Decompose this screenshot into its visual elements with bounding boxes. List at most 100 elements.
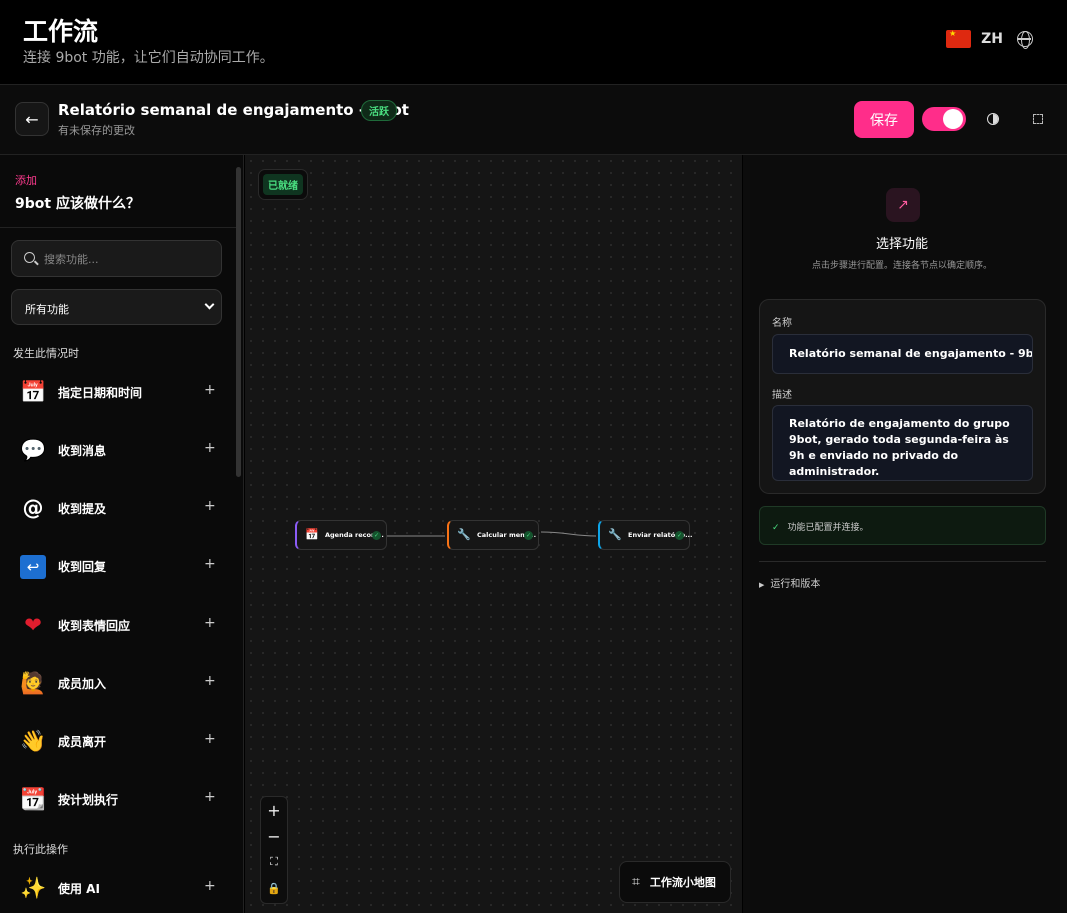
reply-arrow-icon: ↩ — [20, 555, 46, 579]
sidebar-item-member-join[interactable]: 🙋 成员加入 + — [0, 661, 236, 707]
calendar-icon: 📆 — [20, 787, 47, 811]
china-flag-icon — [946, 29, 972, 48]
minimap-button[interactable]: ⌗ 工作流小地图 — [619, 861, 731, 903]
sidebar-item-label: 按计划执行 — [58, 793, 119, 807]
runs-label: 运行和版本 — [770, 579, 821, 590]
sidebar-item-label: 成员加入 — [58, 677, 107, 691]
runs-versions-toggle[interactable]: ▶ 运行和版本 — [759, 575, 820, 590]
sidebar-item-label: 收到消息 — [58, 444, 107, 458]
sidebar-item-reaction[interactable]: ❤ 收到表情回应 + — [0, 603, 236, 649]
node-calculate[interactable]: 🔧 Calcular mens... ✓ — [447, 520, 539, 550]
zoom-controls: + − ⛶ 🔒 — [260, 796, 288, 904]
active-toggle[interactable] — [922, 107, 966, 131]
frame-icon: ⌗ — [632, 874, 640, 890]
divider — [759, 561, 1046, 562]
plus-icon[interactable]: + — [204, 440, 216, 456]
name-label: 名称 — [772, 318, 792, 329]
heart-icon: ❤ — [24, 613, 42, 637]
node-schedule[interactable]: 📅 Agenda recorr... ✓ — [295, 520, 387, 550]
edge-2-3 — [540, 531, 597, 537]
name-field[interactable]: Relatório semanal de engajamento - 9bot — [772, 334, 1033, 374]
sidebar-item-label: 使用 AI — [58, 882, 100, 896]
node-send-report[interactable]: 🔧 Enviar relatório... ✓ — [598, 520, 693, 550]
sidebar-question: 9bot 应该做什么？ — [15, 196, 140, 212]
zoom-out-icon[interactable]: − — [261, 823, 287, 849]
sidebar-scrollbar[interactable] — [236, 167, 241, 477]
panel-title: 选择功能 — [875, 237, 928, 252]
configured-notice: ✓ 功能已配置并连接。 — [759, 506, 1046, 545]
tool-icon: 🔧 — [457, 528, 471, 541]
description-label: 描述 — [772, 390, 792, 401]
plus-icon[interactable]: + — [204, 498, 216, 514]
page-title: 工作流 — [23, 17, 99, 46]
workflow-info-card: 名称 Relatório semanal de engajamento - 9b… — [759, 299, 1046, 494]
save-button[interactable]: 保存 — [854, 101, 914, 138]
language-switcher[interactable]: ZH — [946, 29, 1033, 49]
plus-icon[interactable]: + — [204, 673, 216, 689]
sidebar-item-mention[interactable]: @ 收到提及 + — [0, 486, 236, 532]
sidebar-item-label: 指定日期和时间 — [58, 386, 143, 400]
function-sidebar: 添加 9bot 应该做什么？ 所有功能 发生此情况时 📅 指定日期和时间 + 💬… — [0, 155, 244, 913]
plus-icon[interactable]: + — [204, 789, 216, 805]
speech-bubble-icon: 💬 — [20, 438, 47, 462]
unsaved-note: 有未保存的更改 — [58, 124, 135, 137]
zoom-in-icon[interactable]: + — [261, 797, 287, 823]
plus-icon[interactable]: + — [204, 382, 216, 398]
plus-icon[interactable]: + — [204, 615, 216, 631]
search-input[interactable] — [44, 249, 214, 269]
description-field[interactable]: Relatório de engajamento do grupo 9bot, … — [772, 405, 1033, 481]
globe-icon[interactable] — [1017, 30, 1033, 49]
fullscreen-icon[interactable] — [1033, 114, 1043, 124]
actions-section-label: 执行此操作 — [13, 843, 68, 856]
divider — [0, 227, 236, 228]
sparkles-icon: ✨ — [20, 876, 47, 900]
workflow-header: ← Relatório semanal de engajamento - 9bo… — [0, 85, 1067, 155]
plus-icon[interactable]: + — [204, 731, 216, 747]
sidebar-item-reply[interactable]: ↩ 收到回复 + — [0, 544, 236, 590]
fit-view-icon[interactable]: ⛶ — [261, 849, 287, 875]
theme-contrast-icon[interactable] — [987, 113, 999, 125]
sidebar-item-label: 收到表情回应 — [58, 619, 131, 633]
minimap-label: 工作流小地图 — [649, 876, 716, 889]
calendar-icon: 📅 — [305, 528, 319, 541]
caret-right-icon: ▶ — [759, 581, 765, 589]
plus-icon[interactable]: + — [204, 878, 216, 894]
check-icon: ✓ — [524, 531, 533, 540]
sidebar-item-label: 成员离开 — [58, 735, 107, 749]
sidebar-add-label: 添加 — [15, 174, 37, 187]
calendar-icon: 📅 — [20, 380, 47, 404]
page-subtitle: 连接 9bot 功能，让它们自动协同工作。 — [23, 50, 274, 66]
configured-text: 功能已配置并连接。 — [787, 523, 869, 533]
plus-icon[interactable]: + — [204, 556, 216, 572]
at-sign-icon: @ — [22, 496, 44, 520]
status-badge: 活跃 — [361, 100, 397, 121]
filter-select[interactable]: 所有功能 — [11, 289, 222, 325]
search-box — [11, 240, 222, 277]
panel-subtitle: 点击步骤进行配置。连接各节点以确定顺序。 — [811, 261, 992, 271]
tool-icon: 🔧 — [608, 528, 622, 541]
sidebar-item-use-ai[interactable]: ✨ 使用 AI + — [0, 866, 236, 912]
config-panel: ↗ 选择功能 点击步骤进行配置。连接各节点以确定顺序。 名称 Relatório… — [743, 155, 1067, 913]
lock-icon[interactable]: 🔒 — [261, 875, 287, 901]
arrow-up-right-icon: ↗ — [886, 188, 920, 222]
sidebar-item-label: 收到回复 — [58, 560, 107, 574]
waving-hand-icon: 👋 — [20, 729, 47, 753]
sidebar-item-schedule[interactable]: 📆 按计划执行 + — [0, 777, 236, 823]
language-code: ZH — [981, 31, 1003, 47]
check-icon: ✓ — [372, 531, 381, 540]
workflow-name: Relatório semanal de engajamento - 9bot — [58, 101, 409, 119]
workflow-canvas[interactable]: 已就绪 📅 Agenda recorr... ✓ 🔧 Calcular mens… — [245, 155, 742, 913]
filter-value: 所有功能 — [25, 303, 69, 316]
sidebar-item-date-time[interactable]: 📅 指定日期和时间 + — [0, 370, 236, 416]
search-icon — [24, 252, 35, 263]
check-icon: ✓ — [675, 531, 684, 540]
back-button[interactable]: ← — [15, 102, 49, 136]
sidebar-item-member-leave[interactable]: 👋 成员离开 + — [0, 719, 236, 765]
chevron-down-icon — [204, 299, 215, 310]
arrow-left-icon: ← — [25, 109, 39, 129]
check-icon: ✓ — [772, 523, 780, 533]
sidebar-item-message[interactable]: 💬 收到消息 + — [0, 428, 236, 474]
raising-hand-icon: 🙋 — [20, 671, 47, 695]
top-bar: 工作流 连接 9bot 功能，让它们自动协同工作。 ZH — [0, 0, 1067, 85]
sidebar-item-label: 收到提及 — [58, 502, 107, 516]
